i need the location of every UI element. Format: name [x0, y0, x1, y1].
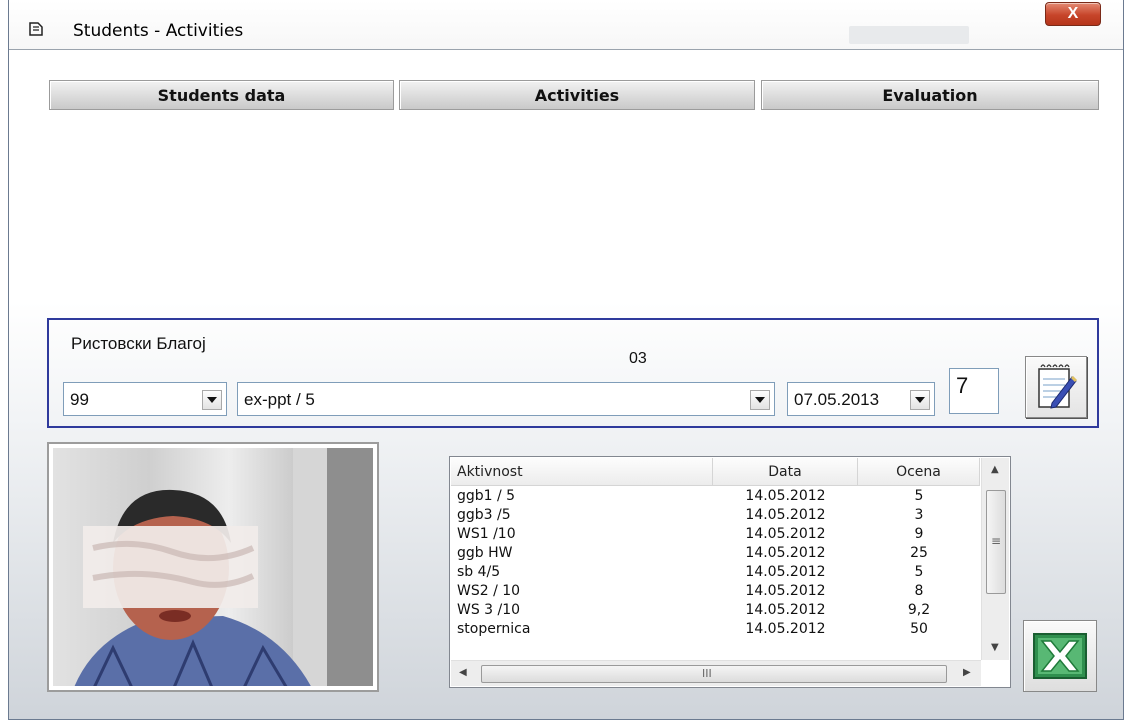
scroll-grip-label: III: [702, 667, 712, 680]
grade-input[interactable]: 7: [949, 368, 999, 414]
photo-image: [53, 448, 373, 686]
table-row[interactable]: WS1 /10 14.05.2012 9: [451, 525, 980, 544]
column-header-grade[interactable]: Ocena: [858, 458, 980, 485]
tab-label: Activities: [534, 85, 620, 105]
horizontal-scrollbar[interactable]: ◀ III ▶: [451, 660, 981, 686]
chevron-down-icon[interactable]: [910, 390, 930, 410]
horizontal-scroll-thumb[interactable]: III: [481, 665, 947, 683]
student-name: Ристовски Благој: [71, 334, 206, 353]
column-header-date[interactable]: Data: [713, 458, 858, 485]
cell-date: 14.05.2012: [745, 564, 826, 580]
entry-frame: Ристовски Благој 03 99 ex-ppt / 5 07.05.…: [47, 318, 1099, 428]
id-combo-value: 99: [70, 390, 89, 409]
tab-evaluation[interactable]: Evaluation: [761, 80, 1099, 110]
app-icon: [29, 22, 43, 36]
scroll-left-icon[interactable]: ◀: [459, 667, 467, 678]
cell-date: 14.05.2012: [745, 621, 826, 637]
close-button[interactable]: X: [1045, 2, 1101, 26]
vertical-scrollbar[interactable]: ▲ ≡ ▼: [981, 458, 1009, 660]
cell-grade: 9: [914, 526, 924, 542]
cell-date: 14.05.2012: [745, 507, 826, 523]
table-row[interactable]: ggb HW 14.05.2012 25: [451, 544, 980, 563]
tab-activities[interactable]: Activities: [399, 80, 755, 110]
id-combo[interactable]: 99: [63, 382, 227, 416]
table-row[interactable]: WS2 / 10 14.05.2012 8: [451, 582, 980, 601]
date-combo-value: 07.05.2013: [794, 390, 880, 409]
title-bar: Students - Activities X: [9, 0, 1123, 50]
tab-label: Students data: [157, 85, 286, 105]
cell-activity: stopernica: [457, 621, 531, 637]
date-combo[interactable]: 07.05.2013: [787, 382, 935, 416]
cell-grade: 25: [910, 545, 928, 561]
cell-grade: 5: [914, 564, 924, 580]
cell-date: 14.05.2012: [745, 583, 826, 599]
save-button[interactable]: [1025, 356, 1087, 418]
tab-label: Evaluation: [882, 85, 978, 105]
background-window-ghost: [849, 26, 969, 44]
window-title: Students - Activities: [73, 21, 244, 41]
table-row[interactable]: sb 4/5 14.05.2012 5: [451, 563, 980, 582]
app-window: Students - Activities X Students data Ac…: [8, 0, 1124, 720]
cell-date: 14.05.2012: [745, 545, 826, 561]
cell-grade: 9,2: [907, 602, 931, 618]
table-header: Aktivnost Data Ocena: [451, 458, 980, 486]
cell-grade: 8: [914, 583, 924, 599]
cell-activity: WS1 /10: [457, 526, 516, 542]
excel-icon: [1033, 633, 1087, 679]
notepad-pen-icon: [1038, 364, 1078, 409]
cell-activity: ggb1 / 5: [457, 488, 516, 504]
table-row[interactable]: ggb3 /5 14.05.2012 3: [451, 506, 980, 525]
tab-students-data[interactable]: Students data: [49, 80, 394, 110]
cell-date: 14.05.2012: [745, 526, 826, 542]
portrait-image: [74, 448, 373, 686]
cell-date: 14.05.2012: [745, 602, 826, 618]
table-row[interactable]: WS 3 /10 14.05.2012 9,2: [451, 601, 980, 620]
cell-grade: 50: [910, 621, 928, 637]
cell-activity: WS2 / 10: [457, 583, 521, 599]
student-photo: [47, 442, 379, 692]
group-code: 03: [629, 350, 647, 367]
table-row[interactable]: stopernica 14.05.2012 50: [451, 620, 980, 639]
chevron-down-icon[interactable]: [750, 390, 770, 410]
activity-combo-value: ex-ppt / 5: [244, 390, 315, 409]
scroll-down-icon[interactable]: ▼: [991, 642, 999, 653]
scroll-grip-icon: ≡: [991, 534, 1001, 548]
cell-activity: WS 3 /10: [457, 602, 521, 618]
cell-activity: ggb HW: [457, 545, 513, 561]
scroll-right-icon[interactable]: ▶: [963, 667, 971, 678]
column-header-activity[interactable]: Aktivnost: [451, 458, 713, 485]
chevron-down-icon[interactable]: [202, 390, 222, 410]
cell-grade: 5: [914, 488, 924, 504]
cell-date: 14.05.2012: [745, 488, 826, 504]
table-body: ggb1 / 5 14.05.2012 5 ggb3 /5 14.05.2012…: [451, 487, 980, 639]
scroll-up-icon[interactable]: ▲: [991, 464, 999, 475]
export-excel-button[interactable]: [1023, 620, 1097, 692]
activity-combo[interactable]: ex-ppt / 5: [237, 382, 775, 416]
table-row[interactable]: ggb1 / 5 14.05.2012 5: [451, 487, 980, 506]
cell-activity: ggb3 /5: [457, 507, 511, 523]
cell-activity: sb 4/5: [457, 564, 501, 580]
activities-table[interactable]: Aktivnost Data Ocena ggb1 / 5 14.05.2012…: [449, 456, 1011, 688]
cell-grade: 3: [914, 507, 924, 523]
